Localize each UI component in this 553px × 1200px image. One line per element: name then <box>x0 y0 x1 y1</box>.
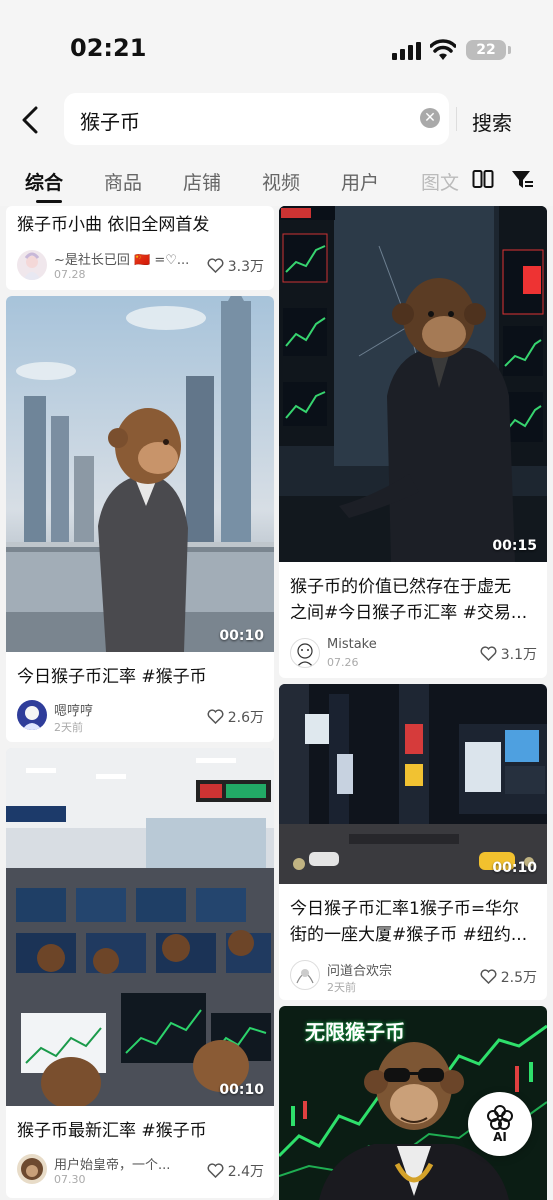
back-arrow-icon[interactable] <box>16 102 46 138</box>
video-thumbnail: 00:10 <box>279 684 547 884</box>
author-name: Mistake <box>327 637 377 652</box>
like-count[interactable]: 3.1万 <box>480 644 537 664</box>
battery-tip <box>508 46 511 54</box>
result-card[interactable]: 00:15 猴子币的价值已然存在于虚无 之间#今日猴子币汇率 #交易... Mi… <box>279 206 547 678</box>
avatar <box>290 960 320 990</box>
video-thumbnail: 00:10 <box>6 748 274 1106</box>
card-title-line-1: 猴子币的价值已然存在于虚无 <box>290 577 511 597</box>
author-name: 用户始皇帝，一个... <box>54 1158 171 1173</box>
like-count[interactable]: 3.3万 <box>207 256 264 276</box>
result-card[interactable]: 00:10 今日猴子币汇率 #猴子币 嗯哼哼 2天前 2.6万 <box>6 296 274 742</box>
heart-icon <box>207 709 224 724</box>
post-date: 2天前 <box>327 981 356 994</box>
active-tab-indicator <box>36 200 62 203</box>
post-date: 07.30 <box>54 1173 86 1186</box>
post-date: 07.26 <box>327 656 359 669</box>
avatar <box>17 250 47 280</box>
video-duration: 00:10 <box>219 1082 264 1098</box>
post-date: 07.28 <box>54 268 86 281</box>
card-title-line-2: 之间#今日猴子币汇率 #交易... <box>290 603 528 623</box>
heart-icon <box>480 646 497 661</box>
heart-icon <box>480 969 497 984</box>
author-name: 嗯哼哼 <box>54 704 94 719</box>
result-card[interactable]: 猴子币小曲 依旧全网首发 ~是社长已回 🇨🇳 =♡... 07.28 3.3万 <box>6 206 274 290</box>
card-title: 猴子币小曲 依旧全网首发 <box>17 215 210 235</box>
heart-icon <box>207 258 224 273</box>
like-count[interactable]: 2.6万 <box>207 707 264 727</box>
video-thumbnail: 00:10 <box>6 296 274 652</box>
wifi-icon <box>430 39 456 60</box>
avatar <box>17 700 47 730</box>
cellular-signal-icon <box>392 42 421 60</box>
ai-flower-icon <box>487 1105 513 1130</box>
video-thumbnail: 00:15 <box>279 206 547 562</box>
tab-image-text[interactable]: 图文 <box>421 168 459 195</box>
ai-label: AI <box>493 1130 507 1144</box>
avatar <box>290 638 320 668</box>
layout-toggle-icon[interactable] <box>472 169 494 191</box>
card-title: 今日猴子币汇率 #猴子币 <box>17 667 207 687</box>
card-title-line-1: 今日猴子币汇率1猴子币=华尔 <box>290 899 520 919</box>
like-count[interactable]: 2.4万 <box>207 1161 264 1181</box>
heart-icon <box>207 1163 224 1178</box>
result-card[interactable]: 00:10 今日猴子币汇率1猴子币=华尔 街的一座大厦#猴子币 #纽约... 问… <box>279 684 547 1000</box>
status-time: 02:21 <box>70 34 147 62</box>
video-duration: 00:10 <box>492 860 537 876</box>
avatar <box>17 1154 47 1184</box>
author-name: ~是社长已回 🇨🇳 =♡... <box>54 253 190 268</box>
card-title: 猴子币最新汇率 #猴子币 <box>17 1121 207 1141</box>
search-input[interactable]: 猴子币 ✕ <box>64 93 457 145</box>
search-divider <box>456 107 457 131</box>
overlay-banner-text: 无限猴子币 <box>305 1022 405 1044</box>
filter-icon[interactable] <box>510 168 534 192</box>
like-count[interactable]: 2.5万 <box>480 967 537 987</box>
ai-assistant-button[interactable]: AI <box>468 1092 532 1156</box>
search-header: 猴子币 ✕ 搜索 <box>0 90 553 150</box>
tab-comprehensive[interactable]: 综合 <box>25 168 63 195</box>
battery-icon: 22 <box>466 40 506 60</box>
video-duration: 00:10 <box>219 628 264 644</box>
tab-videos[interactable]: 视频 <box>262 168 300 195</box>
tab-bar: 综合 商品 店铺 视频 用户 图文 <box>0 150 553 206</box>
search-button[interactable]: 搜索 <box>472 107 512 136</box>
card-title-line-2: 街的一座大厦#猴子币 #纽约... <box>290 925 528 945</box>
post-date: 2天前 <box>54 721 83 734</box>
tab-products[interactable]: 商品 <box>104 168 142 195</box>
clear-icon[interactable]: ✕ <box>420 108 440 128</box>
search-query: 猴子币 <box>80 110 140 134</box>
status-bar: 02:21 22 <box>0 0 553 90</box>
video-duration: 00:15 <box>492 538 537 554</box>
tab-users[interactable]: 用户 <box>341 168 379 195</box>
tab-shops[interactable]: 店铺 <box>183 168 221 195</box>
result-card[interactable]: 00:10 猴子币最新汇率 #猴子币 用户始皇帝，一个... 07.30 2.4… <box>6 748 274 1198</box>
author-name: 问道合欢宗 <box>327 964 393 979</box>
